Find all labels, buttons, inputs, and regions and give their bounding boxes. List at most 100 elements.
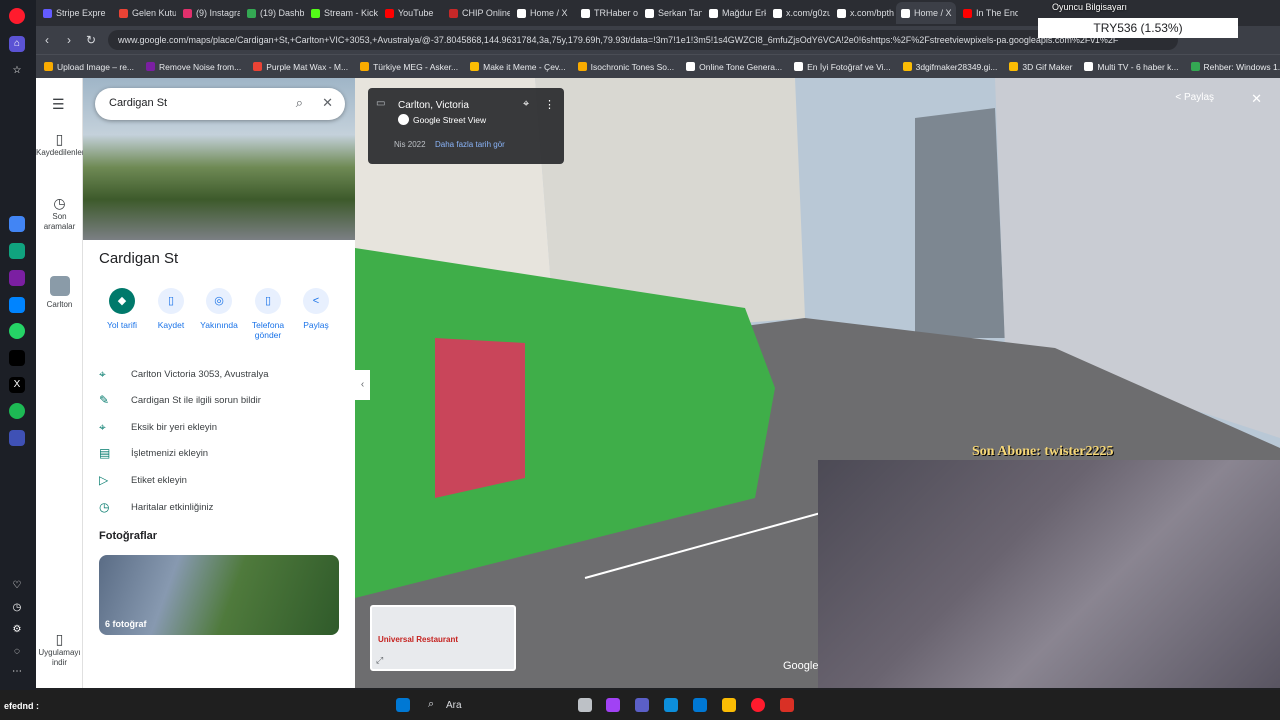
back-icon[interactable]: ‹ [36,33,58,47]
rail-saved[interactable]: ▯ Kaydedilenler [36,132,84,158]
send-to-phone-button[interactable]: ▯ Telefona gönder [242,288,294,340]
app-icon[interactable] [780,698,794,712]
tab[interactable]: TRHaber on [576,2,638,24]
tab[interactable]: (19) Dashbo [242,2,304,24]
add-business-row[interactable]: ▤ İşletmenizi ekleyin [99,443,349,463]
tab[interactable]: YouTube [380,2,442,24]
tab[interactable]: x.com/bpth [832,2,894,24]
tab[interactable]: (9) Instagram [178,2,240,24]
photos-card[interactable]: 6 fotoğraf [99,555,339,635]
bookmark[interactable]: Upload Image – re... [44,62,134,72]
street-view[interactable]: ▭ Carlton, Victoria Google Street View ⌖… [355,78,1280,688]
aria-icon[interactable] [9,216,25,232]
edge-icon[interactable] [664,698,678,712]
tab-favicon [709,8,718,18]
save-button[interactable]: ▯ Kaydet [145,288,197,330]
search-box[interactable]: Cardigan St ⌕ ✕ [95,88,345,120]
add-place-row[interactable]: ⌖ Eksik bir yeri ekleyin [99,417,349,437]
rail-recent[interactable]: ◷ Son aramalar [36,196,83,232]
task-view-icon[interactable] [578,698,592,712]
spotify-icon[interactable] [9,403,25,419]
collapse-panel-icon[interactable]: ‹ [355,370,370,400]
share-button[interactable]: < Paylaş [290,288,342,330]
tab[interactable]: Gelen Kutusu [114,2,176,24]
forward-icon[interactable]: › [58,33,80,47]
copilot-icon[interactable] [606,698,620,712]
taskbar-search[interactable]: Ara [446,700,462,711]
more-icon[interactable]: ⋮ [544,98,555,111]
lightbulb-icon[interactable]: ◌ [9,644,25,660]
sv-more-dates[interactable]: Daha fazla tarih gör [435,140,505,149]
bookmark[interactable]: Make it Meme - Çev... [470,62,566,72]
url-field[interactable]: www.google.com/maps/place/Cardigan+St,+C… [108,30,1178,50]
close-icon[interactable]: ✕ [1251,91,1262,107]
bookmark[interactable]: Rehber: Windows 1... [1190,62,1280,72]
settings-icon[interactable]: ⚙ [9,622,25,638]
tab[interactable]: Home / X [512,2,574,24]
expand-icon[interactable]: ⤢ [376,655,383,666]
tab-favicon [385,8,394,18]
panel-toggle-icon[interactable]: ▭ [376,98,385,109]
pin-icon[interactable]: ⌖ [523,98,529,111]
close-icon[interactable]: ✕ [322,95,333,111]
bookmark[interactable]: Remove Noise from... [146,62,241,72]
directions-button[interactable]: ◆ Yol tarifi [96,288,148,330]
history-icon[interactable]: ◷ [9,600,25,616]
sv-share-button[interactable]: < Paylaş [1175,92,1214,103]
tab-active[interactable]: Home / X [896,2,956,24]
bookmark[interactable]: Isochronic Tones So... [577,62,674,72]
activity-row[interactable]: ◷ Haritalar etkinliğiniz [99,497,349,517]
more-icon[interactable]: ⋯ [9,664,25,680]
home-icon[interactable]: ⌂ [9,36,25,52]
star-icon[interactable]: ☆ [9,63,25,79]
teams-icon[interactable] [635,698,649,712]
action-label: Telefona gönder [251,320,285,340]
search-input[interactable]: Cardigan St [109,97,167,109]
tab[interactable]: x.com/g0zu [768,2,830,24]
tab-favicon [43,8,52,18]
minimap[interactable]: Universal Restaurant ⤢ [370,605,516,671]
rail-download-label: Uygulamayı indir [38,648,81,667]
add-label-row[interactable]: ▷ Etiket ekleyin [99,470,349,490]
tab[interactable]: CHIP Online [444,2,510,24]
bookmark[interactable]: 3dgifmaker28349.gi... [902,62,997,72]
tiktok-icon[interactable] [9,350,25,366]
rail-download[interactable]: ▯ Uygulamayı indir [36,632,83,668]
heart-icon[interactable]: ♡ [9,578,25,594]
app-icon[interactable] [9,430,25,446]
messenger-icon[interactable] [9,297,25,313]
address-row[interactable]: ⌖ Carlton Victoria 3053, Avustralya [99,364,349,384]
rail-carlton[interactable]: Carlton [36,276,83,310]
search-icon[interactable]: ⌕ [296,95,303,111]
tab[interactable]: Mağdur Erk [704,2,766,24]
bookmark[interactable]: En İyi Fotoğraf ve Vi... [794,62,891,72]
app-icon[interactable] [9,270,25,286]
store-icon[interactable] [693,698,707,712]
bookmark[interactable]: Purple Mat Wax - M... [253,62,348,72]
tab[interactable]: In The End [958,2,1018,24]
opera-icon[interactable] [751,698,765,712]
bookmark[interactable]: Multi TV - 6 haber k... [1084,62,1179,72]
windows-start-icon[interactable] [396,698,410,712]
x-icon[interactable]: X [9,377,25,393]
reload-icon[interactable]: ↻ [80,33,102,47]
bookmark-label: Remove Noise from... [159,61,242,72]
tab-label: In The End [976,8,1018,18]
opera-logo-icon[interactable] [9,8,25,24]
tab[interactable]: Stripe Expre [38,2,112,24]
nearby-button[interactable]: ◎ Yakınında [193,288,245,330]
chatgpt-icon[interactable] [9,243,25,259]
tab[interactable]: Stream - Kick [306,2,378,24]
tab-favicon [773,8,782,18]
bookmark[interactable]: 3D Gif Maker [1009,62,1072,72]
tab[interactable]: Serkan Tany [640,2,702,24]
search-icon[interactable]: ⌕ [428,698,434,711]
bookmark-favicon [902,62,912,71]
report-row[interactable]: ✎ Cardigan St ile ilgili sorun bildir [99,390,349,410]
bookmark[interactable]: Türkiye MEG - Asker... [360,62,458,72]
bookmark[interactable]: Online Tone Genera... [686,62,782,72]
menu-icon[interactable]: ☰ [52,96,65,113]
whatsapp-icon[interactable] [9,323,25,339]
tab-label: Stream - Kick [324,8,378,18]
folder-icon[interactable] [722,698,736,712]
